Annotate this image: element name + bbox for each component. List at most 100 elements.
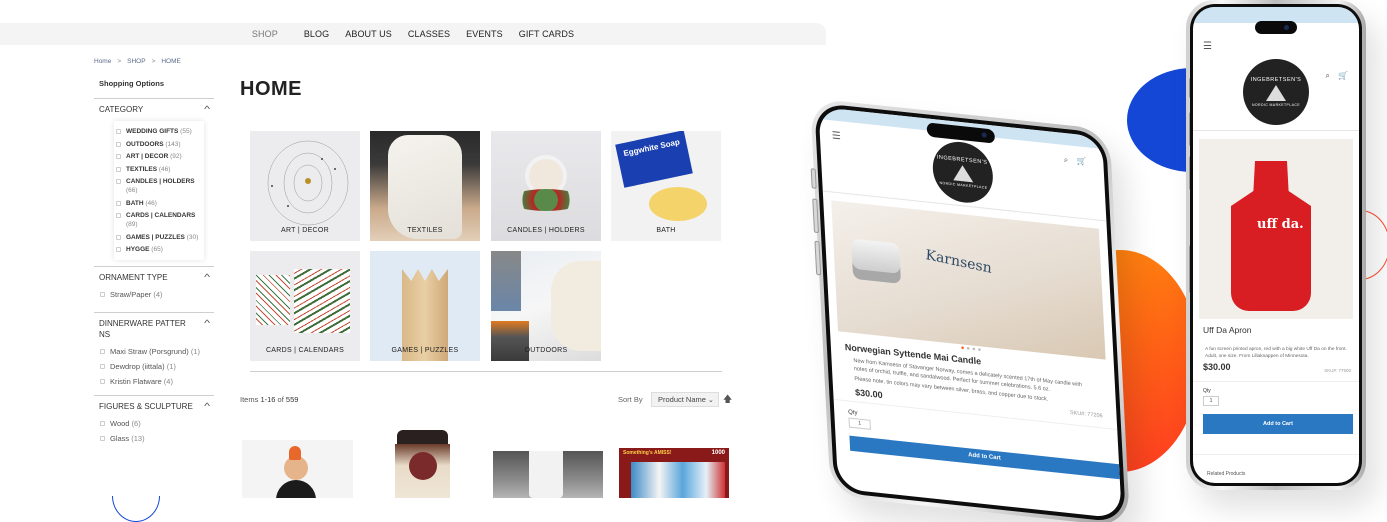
filter-category-toggle[interactable]: CATEGORY ^ xyxy=(94,104,214,115)
checkbox[interactable] xyxy=(116,179,121,184)
option-count: (1) xyxy=(190,346,201,356)
phone-side-button xyxy=(810,168,817,189)
phone-mockup-candle: ☰ ⌕ 🛒 INGEBRETSEN'S NORDIC MARKETPLACE ●… xyxy=(810,98,1131,522)
product-thumb-puzzle[interactable]: Something's AMISS! 1000 xyxy=(619,448,729,498)
checkbox[interactable] xyxy=(100,378,105,384)
category-option[interactable]: BATH (46) xyxy=(114,197,200,210)
filter-option[interactable]: Glass (13) xyxy=(100,431,209,446)
filter-option[interactable]: Wood (6) xyxy=(100,416,209,431)
checkbox[interactable] xyxy=(100,291,105,297)
category-option[interactable]: WEDDING GIFTS (55) xyxy=(114,125,200,138)
puzzle-art-image xyxy=(631,462,725,498)
tile-art-decor[interactable]: ART | DECOR xyxy=(250,131,360,241)
checkbox[interactable] xyxy=(116,213,121,218)
nav-shop[interactable]: SHOP xyxy=(244,29,286,39)
checkbox[interactable] xyxy=(116,200,121,206)
hamburger-menu-icon[interactable]: ☰ xyxy=(1203,41,1212,52)
blanket-image xyxy=(388,135,462,239)
category-option[interactable]: ART | DECOR (92) xyxy=(114,150,200,163)
checkbox[interactable] xyxy=(116,247,121,252)
shopping-options-heading: Shopping Options xyxy=(99,79,164,88)
checkbox[interactable] xyxy=(116,141,121,147)
sort-select[interactable]: Product Name ⌄ xyxy=(651,392,719,407)
hamburger-menu-icon[interactable]: ☰ xyxy=(832,130,842,142)
filter-title: FIGURES & SCULPTURE xyxy=(99,401,193,411)
category-option[interactable]: GAMES | PUZZLES (30) xyxy=(114,231,200,244)
logo-top-text: INGEBRETSEN'S xyxy=(936,154,988,166)
person-image xyxy=(491,251,521,311)
add-to-cart-button[interactable]: Add to Cart xyxy=(849,435,1120,479)
filter-dinnerware-toggle[interactable]: DINNERWARE PATTER NS ^ xyxy=(94,318,214,340)
product-thumb-figure[interactable] xyxy=(242,440,353,498)
nav-gift-cards[interactable]: GIFT CARDS xyxy=(511,29,582,39)
filter-figures-toggle[interactable]: FIGURES & SCULPTURE ^ xyxy=(94,401,214,412)
tile-outdoors[interactable]: OUTDOORS xyxy=(491,251,601,361)
qty-input[interactable]: 1 xyxy=(848,417,871,430)
store-logo[interactable]: INGEBRETSEN'S NORDIC MARKETPLACE xyxy=(1243,59,1309,125)
option-count: (6) xyxy=(131,418,141,428)
category-option[interactable]: TEXTILES (46) xyxy=(114,163,200,176)
product-image-apron[interactable]: uff da. xyxy=(1199,139,1353,319)
category-option[interactable]: CANDLES | HOLDERS (66) xyxy=(114,175,200,197)
tile-cards-calendars[interactable]: CARDS | CALENDARS xyxy=(250,251,360,361)
category-option[interactable]: OUTDOORS (143) xyxy=(114,138,200,151)
arrow-up-icon[interactable]: 🡅 xyxy=(723,392,732,408)
checkbox[interactable] xyxy=(100,420,105,426)
option-count: (65) xyxy=(151,246,163,253)
checkbox[interactable] xyxy=(100,363,105,369)
orbit-mobile-image xyxy=(267,140,349,226)
checkbox[interactable] xyxy=(116,129,121,134)
tile-label: TEXTILES xyxy=(407,227,443,234)
items-total: 559 xyxy=(285,395,299,404)
checkbox[interactable] xyxy=(100,435,105,441)
items-range: 1-16 xyxy=(260,395,276,404)
checkbox[interactable] xyxy=(116,234,121,240)
option-label: Straw/Paper xyxy=(110,289,152,299)
sheepskin-image xyxy=(551,261,601,351)
filter-option[interactable]: Kristin Flatware (4) xyxy=(100,374,209,389)
tile-candles-holders[interactable]: CANDLES | HOLDERS xyxy=(491,131,601,241)
qty-label: Qty xyxy=(1203,388,1211,394)
figure-body-image xyxy=(276,480,316,498)
filter-option[interactable]: Straw/Paper (4) xyxy=(100,287,209,302)
tile-textiles[interactable]: TEXTILES xyxy=(370,131,480,241)
checkbox[interactable] xyxy=(116,154,121,159)
breadcrumb-home[interactable]: Home xyxy=(94,58,111,65)
items-of: of xyxy=(277,395,284,404)
phone-screen: ☰ ⌕ 🛒 INGEBRETSEN'S NORDIC MARKETPLACE u… xyxy=(1193,7,1359,483)
cards-image xyxy=(294,269,350,333)
store-logo[interactable]: INGEBRETSEN'S NORDIC MARKETPLACE xyxy=(931,138,995,206)
search-cart-icons[interactable]: ⌕ 🛒 xyxy=(1064,155,1090,168)
tile-games-puzzles[interactable]: GAMES | PUZZLES xyxy=(370,251,480,361)
product-thumb-glass[interactable] xyxy=(493,451,603,498)
nav-events[interactable]: EVENTS xyxy=(458,29,511,39)
mobile-header: ☰ ⌕ 🛒 INGEBRETSEN'S NORDIC MARKETPLACE xyxy=(1193,23,1359,131)
product-thumb-jar[interactable] xyxy=(395,430,450,498)
category-option[interactable]: HYGGE (65) xyxy=(114,243,200,256)
checkbox[interactable] xyxy=(116,166,121,172)
logo-bottom-text: NORDIC MARKETPLACE xyxy=(1251,103,1301,107)
nav-blog[interactable]: BLOG xyxy=(296,29,337,39)
breadcrumb-separator: > xyxy=(117,58,122,65)
category-option[interactable]: CARDS | CALENDARS (89) xyxy=(114,209,200,231)
nav-classes[interactable]: CLASSES xyxy=(400,29,458,39)
add-to-cart-button[interactable]: Add to Cart xyxy=(1203,414,1353,434)
filter-option[interactable]: Maxi Straw (Porsgrund) (1) xyxy=(100,344,209,359)
tile-bath[interactable]: Eggwhite Soap BATH xyxy=(611,131,721,241)
items-prefix: Items xyxy=(240,395,259,404)
category-options: WEDDING GIFTS (55) OUTDOORS (143) ART | … xyxy=(114,121,204,260)
checkbox[interactable] xyxy=(100,348,105,354)
jar-label-image xyxy=(409,452,437,480)
filter-option[interactable]: Dewdrop (iittala) (1) xyxy=(100,359,209,374)
product-price: $30.00 xyxy=(1203,362,1231,372)
filter-ornament-toggle[interactable]: ORNAMENT TYPE ^ xyxy=(94,272,214,283)
nav-about-us[interactable]: ABOUT US xyxy=(337,29,400,39)
breadcrumb-shop[interactable]: SHOP xyxy=(127,58,145,65)
option-count: (46) xyxy=(145,199,157,207)
sort-value: Product Name xyxy=(658,395,706,404)
qty-input[interactable]: 1 xyxy=(1203,396,1219,406)
wreath-image xyxy=(509,189,583,211)
option-label: Maxi Straw (Porsgrund) xyxy=(110,346,189,356)
search-cart-icons[interactable]: ⌕ 🛒 xyxy=(1325,71,1351,81)
fire-pit-image xyxy=(491,321,529,361)
